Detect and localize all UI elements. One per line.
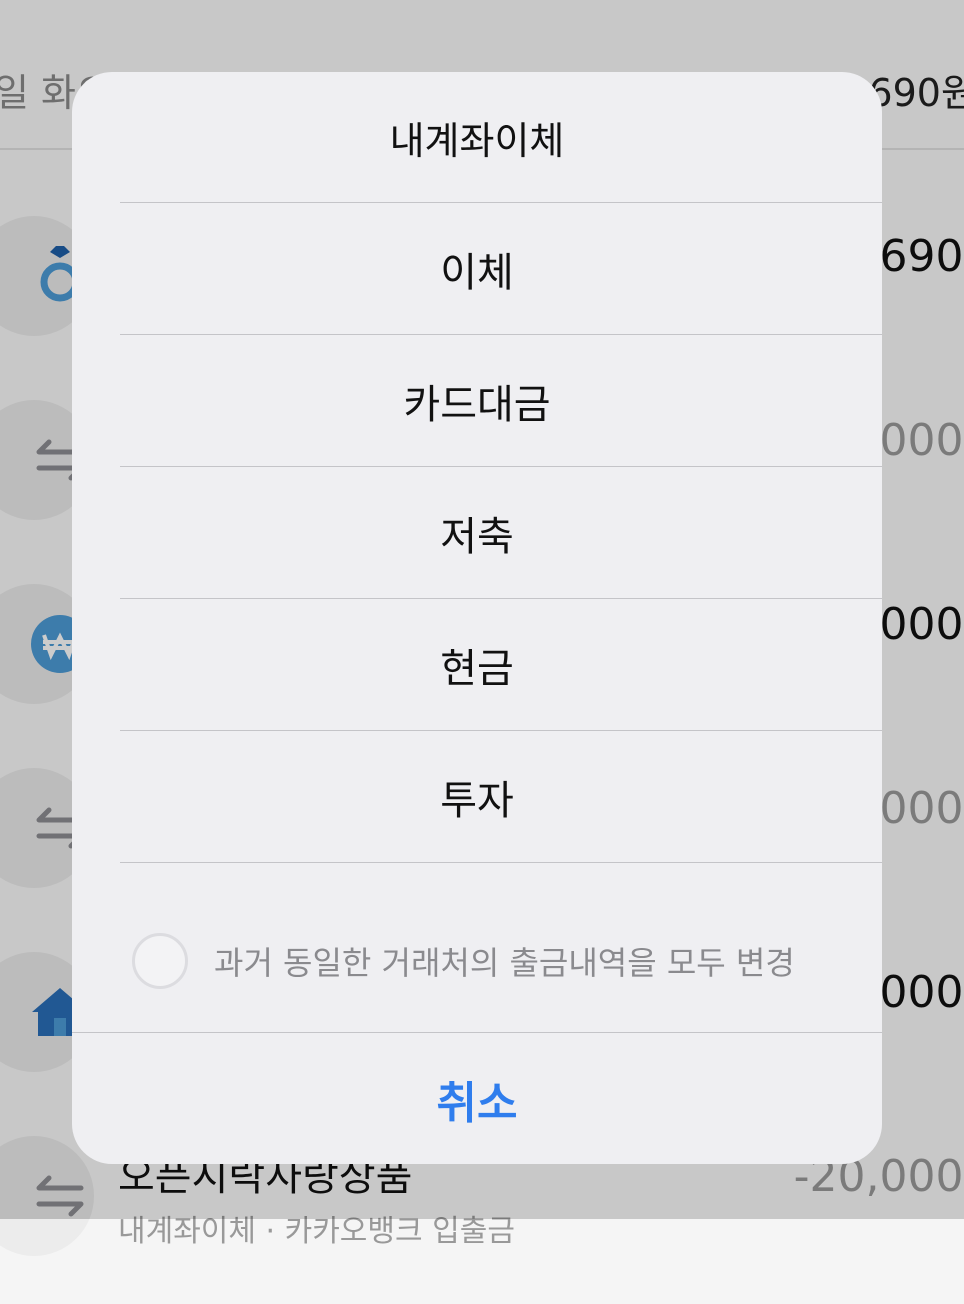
option-transfer[interactable]: 이체: [120, 202, 882, 334]
option-card-payment[interactable]: 카드대금: [120, 334, 882, 466]
option-savings[interactable]: 저축: [120, 466, 882, 598]
cancel-button[interactable]: 취소: [72, 1034, 882, 1164]
category-action-sheet: 내계좌이체 이체 카드대금 저축 현금 투자 과거 동일한 거래처의 출금내역을…: [72, 72, 882, 1164]
divider: [120, 862, 882, 863]
apply-all-checkbox-row[interactable]: 과거 동일한 거래처의 출금내역을 모두 변경: [132, 926, 795, 996]
option-investment[interactable]: 투자: [120, 730, 882, 862]
option-cash[interactable]: 현금: [120, 598, 882, 730]
divider: [72, 1032, 882, 1033]
apply-all-label: 과거 동일한 거래처의 출금내역을 모두 변경: [214, 944, 795, 982]
sheet-title: 내계좌이체: [389, 118, 565, 163]
apply-all-checkbox[interactable]: [132, 933, 188, 989]
